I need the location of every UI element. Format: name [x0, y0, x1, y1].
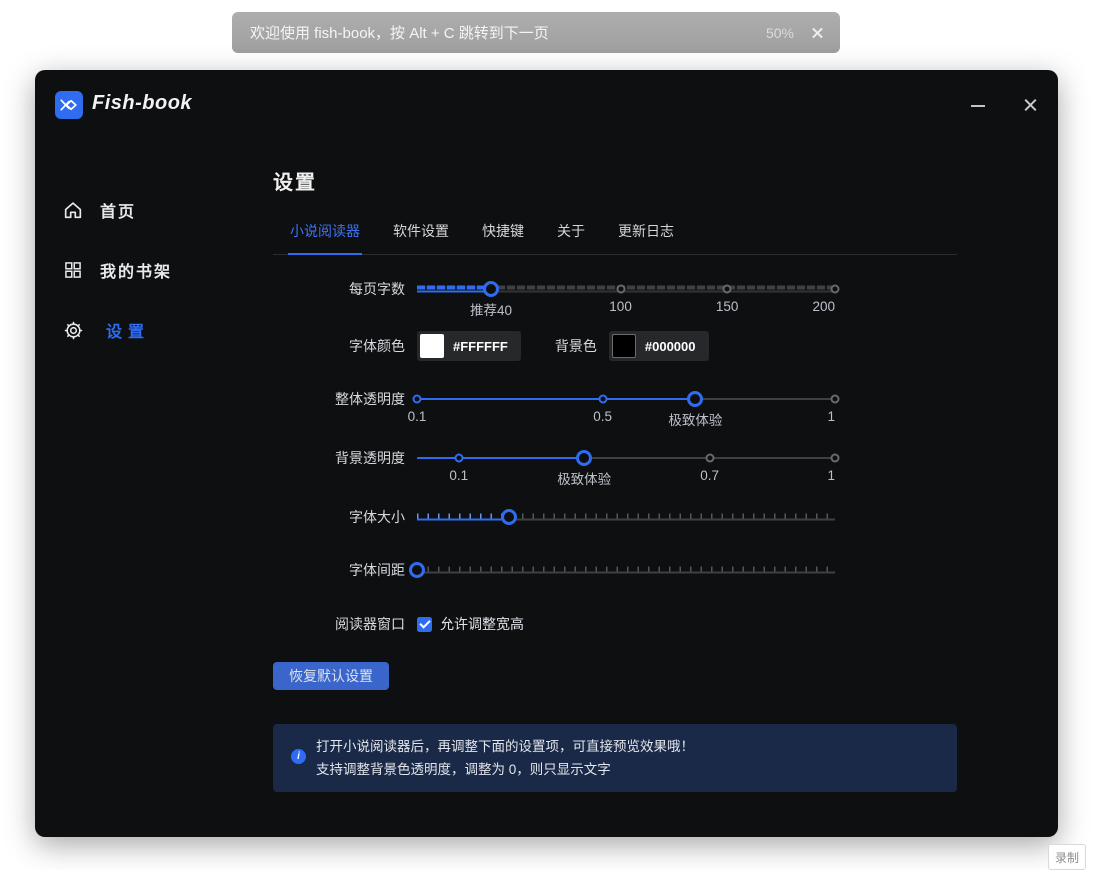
slider-fill: [417, 286, 491, 293]
gear-icon: [62, 320, 84, 341]
reset-defaults-button[interactable]: 恢复默认设置: [273, 662, 389, 690]
slider-handle[interactable]: [409, 562, 425, 578]
slider-mark-dot[interactable]: [598, 395, 607, 404]
info-text: 打开小说阅读器后，再调整下面的设置项，可直接预览效果哦！ 支持调整背景色透明度，…: [316, 735, 694, 781]
slider-mark-dot[interactable]: [831, 454, 840, 463]
bg-color-label: 背景色: [555, 336, 597, 356]
letter-spacing-row: 字体间距: [273, 560, 957, 580]
slider-mark-dot[interactable]: [705, 454, 714, 463]
slider-mark-dot[interactable]: [413, 395, 422, 404]
slider-mark-label: 推荐40: [470, 299, 512, 319]
font-color-label: 字体颜色: [273, 336, 405, 356]
main-content: 设置 小说阅读器软件设置快捷键关于更新日志 每页字数推荐40100150200 …: [273, 140, 957, 837]
bg-color-value: #000000: [645, 339, 696, 354]
slider-mark-label: 150: [716, 299, 739, 314]
slider-mark-label: 0.5: [593, 409, 612, 424]
slider-overall-opacity[interactable]: 0.10.5极致体验1: [417, 390, 835, 408]
sidebar: 首页我的书架设置: [35, 140, 273, 837]
tab-software-settings[interactable]: 软件设置: [393, 221, 449, 254]
toast-zoom-level: 50%: [766, 25, 794, 41]
bg-color-picker[interactable]: #000000: [609, 331, 709, 361]
slider-label: 字体间距: [273, 560, 405, 580]
slider-handle[interactable]: [576, 450, 592, 466]
slider-label: 字体大小: [273, 507, 405, 527]
slider-label: 背景透明度: [273, 448, 405, 468]
close-button[interactable]: [1022, 97, 1038, 113]
slider-label: 每页字数: [273, 279, 405, 299]
slider-mark-labels: 0.1极致体验0.71: [417, 468, 835, 484]
color-settings-row: 字体颜色 #FFFFFF 背景色 #000000: [273, 331, 957, 361]
slider-track[interactable]: [417, 567, 835, 574]
titlebar: Fish-book: [35, 70, 1058, 140]
tab-changelog[interactable]: 更新日志: [618, 221, 674, 254]
slider-mark-label: 1: [827, 409, 835, 424]
slider-mark-label: 0.1: [449, 468, 468, 483]
words-per-page-row: 每页字数推荐40100150200: [273, 279, 957, 299]
reader-window-label: 阅读器窗口: [273, 614, 405, 634]
info-icon: i: [291, 749, 306, 764]
slider-mark-dot[interactable]: [616, 285, 625, 294]
app-title: Fish-book: [92, 92, 192, 115]
home-icon: [62, 199, 84, 221]
tab-about[interactable]: 关于: [557, 221, 585, 254]
tab-hotkeys[interactable]: 快捷键: [482, 221, 524, 254]
slider-mark-dot[interactable]: [723, 285, 732, 294]
app-window: Fish-book 首页我的书架设置 设置 小说阅读器软件设置快捷键关于更新日志…: [35, 70, 1058, 837]
slider-mark-label: 0.1: [408, 409, 427, 424]
reader-window-row: 阅读器窗口 允许调整宽高: [273, 614, 957, 634]
slider-handle[interactable]: [501, 509, 517, 525]
bg-color-swatch[interactable]: [612, 334, 636, 358]
slider-fill: [417, 457, 584, 459]
minimize-button[interactable]: [970, 97, 986, 113]
tab-bar: 小说阅读器软件设置快捷键关于更新日志: [273, 221, 957, 255]
font-color-value: #FFFFFF: [453, 339, 508, 354]
info-line-1: 打开小说阅读器后，再调整下面的设置项，可直接预览效果哦！: [316, 735, 694, 758]
sidebar-item-label: 首页: [100, 198, 136, 222]
slider-mark-label: 极致体验: [668, 409, 722, 429]
slider-mark-label: 100: [609, 299, 632, 314]
font-color-picker[interactable]: #FFFFFF: [417, 331, 521, 361]
settings-form: 每页字数推荐40100150200 字体颜色 #FFFFFF 背景色 #0000…: [273, 255, 957, 792]
slider-fill: [417, 398, 695, 400]
slider-mark-dot[interactable]: [831, 285, 840, 294]
overall-opacity-row: 整体透明度 0.10.5极致体验1: [273, 389, 957, 409]
slider-mark-label: 0.7: [700, 468, 719, 483]
slider-mark-dot[interactable]: [454, 454, 463, 463]
sidebar-item-bookshelf[interactable]: 我的书架: [35, 250, 273, 290]
slider-mark-labels: 0.10.5极致体验1: [417, 409, 835, 425]
slider-font-size[interactable]: [417, 508, 835, 526]
tab-novel-reader[interactable]: 小说阅读器: [290, 221, 360, 254]
sidebar-item-label: 设置: [106, 318, 150, 342]
slider-label: 整体透明度: [273, 389, 405, 409]
background-opacity-row: 背景透明度 0.1极致体验0.71: [273, 448, 957, 468]
slider-mark-label: 1: [827, 468, 835, 483]
record-button[interactable]: 录制: [1048, 844, 1086, 870]
slider-fill: [417, 514, 509, 521]
sidebar-item-settings[interactable]: 设置: [35, 310, 273, 350]
info-line-2: 支持调整背景色透明度，调整为 0，则只显示文字: [316, 758, 694, 781]
fish-icon: [57, 93, 81, 117]
info-box: i 打开小说阅读器后，再调整下面的设置项，可直接预览效果哦！ 支持调整背景色透明…: [273, 724, 957, 792]
sidebar-item-label: 我的书架: [100, 258, 172, 282]
sidebar-item-home[interactable]: 首页: [35, 190, 273, 230]
slider-words-per-page[interactable]: 推荐40100150200: [417, 280, 835, 298]
font-size-row: 字体大小: [273, 507, 957, 527]
resize-checkbox-label: 允许调整宽高: [440, 614, 524, 634]
resize-checkbox[interactable]: [417, 617, 432, 632]
slider-mark-labels: 推荐40100150200: [417, 299, 835, 315]
toast-close-icon[interactable]: [810, 25, 826, 41]
grid-icon: [62, 260, 84, 280]
slider-mark-label: 极致体验: [557, 468, 611, 488]
page-title: 设置: [273, 166, 957, 195]
font-color-swatch[interactable]: [420, 334, 444, 358]
toast-message: 欢迎使用 fish-book，按 Alt + C 跳转到下一页: [250, 22, 766, 43]
slider-mark-label: 200: [812, 299, 835, 314]
slider-background-opacity[interactable]: 0.1极致体验0.71: [417, 449, 835, 467]
slider-mark-dot[interactable]: [831, 395, 840, 404]
app-logo: [55, 91, 83, 119]
slider-handle[interactable]: [483, 281, 499, 297]
welcome-toast: 欢迎使用 fish-book，按 Alt + C 跳转到下一页 50%: [232, 12, 840, 53]
slider-letter-spacing[interactable]: [417, 561, 835, 579]
slider-handle[interactable]: [687, 391, 703, 407]
